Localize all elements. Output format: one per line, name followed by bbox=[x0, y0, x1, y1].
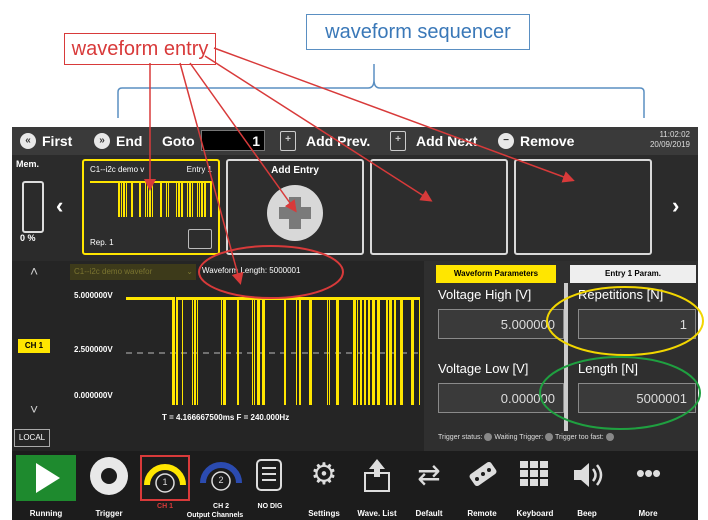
digital-icon[interactable] bbox=[256, 459, 282, 491]
waveform-period-frequency: T = 4.166667500ms F = 240.000Hz bbox=[162, 413, 290, 422]
add-next-icon: + bbox=[390, 131, 406, 151]
trigger-status-label: Trigger status: bbox=[438, 433, 483, 441]
add-prev-label: Add Prev. bbox=[306, 133, 371, 149]
clock-time: 11:02:02 bbox=[659, 130, 690, 139]
entry-1-waveform-thumbnail bbox=[90, 181, 212, 217]
tab-entry-parameters[interactable]: Entry 1 Param. bbox=[570, 265, 696, 283]
panel-divider bbox=[564, 283, 568, 431]
trigger-label: Trigger bbox=[95, 509, 123, 518]
repetitions-label: Repetitions [N] bbox=[578, 287, 664, 302]
bottom-toolbar: Running Trigger 1 CH 1 2 CH 2 NO DIG Out… bbox=[12, 451, 698, 520]
remote-control-icon[interactable] bbox=[462, 457, 502, 493]
wave-list-upload-icon[interactable] bbox=[362, 457, 392, 493]
repetitions-field[interactable]: 1 bbox=[578, 309, 696, 339]
voltage-low-field[interactable]: 0.000000 bbox=[438, 383, 564, 413]
more-label: More bbox=[638, 509, 658, 518]
add-entry-plus-icon bbox=[267, 185, 323, 241]
keyboard-label: Keyboard bbox=[516, 509, 554, 518]
trigger-too-fast-label: Trigger too fast: bbox=[554, 433, 604, 441]
parameters-panel: Waveform Parameters Entry 1 Param. Volta… bbox=[424, 261, 698, 451]
clock-date: 20/09/2019 bbox=[649, 140, 690, 149]
waveform-display: ˄ C1--i2c demo wavefor ⌄ Waveform Length… bbox=[12, 261, 424, 451]
running-label: Running bbox=[29, 509, 63, 518]
ch1-label: CH 1 bbox=[157, 503, 173, 510]
top-toolbar: « First » End Goto 1 + Add Prev. + Add N… bbox=[12, 127, 698, 155]
app-window: « First » End Goto 1 + Add Prev. + Add N… bbox=[12, 127, 698, 520]
scroll-left-icon[interactable]: ‹ bbox=[56, 193, 63, 219]
remove-button[interactable]: − Remove bbox=[498, 127, 574, 155]
minus-icon: − bbox=[498, 133, 514, 149]
add-prev-button[interactable]: + Add Prev. bbox=[280, 127, 370, 155]
add-entry-slot[interactable]: Add Entry bbox=[226, 159, 364, 255]
waveform-sequencer-annotation: waveform sequencer bbox=[306, 14, 530, 50]
ch1-number: 1 bbox=[162, 477, 168, 487]
add-next-button[interactable]: + Add Next bbox=[390, 127, 477, 155]
goto-input[interactable]: 1 bbox=[201, 130, 265, 151]
empty-entry-slot-4[interactable] bbox=[514, 159, 652, 255]
length-field[interactable]: 5000001 bbox=[578, 383, 696, 413]
rewind-icon: « bbox=[20, 133, 36, 149]
memory-gauge bbox=[22, 181, 44, 233]
remove-label: Remove bbox=[520, 133, 575, 149]
trigger-too-fast-led bbox=[605, 433, 614, 441]
trigger-button[interactable] bbox=[90, 457, 128, 495]
add-prev-icon: + bbox=[280, 131, 296, 151]
wave-list-label: Wave. List bbox=[357, 509, 397, 518]
voltage-high-field[interactable]: 5.000000 bbox=[438, 309, 564, 339]
memory-percent: 0 % bbox=[20, 233, 36, 243]
first-label: First bbox=[42, 133, 73, 149]
keyboard-grid-icon[interactable] bbox=[520, 461, 548, 487]
run-button[interactable] bbox=[16, 455, 76, 501]
goto-label: Goto bbox=[162, 133, 195, 149]
more-dots-icon[interactable]: ••• bbox=[628, 459, 668, 491]
empty-entry-slot-3[interactable] bbox=[370, 159, 508, 255]
beep-label: Beep bbox=[577, 509, 597, 518]
play-icon bbox=[36, 463, 60, 493]
clock: 11:02:02 20/09/2019 bbox=[650, 130, 690, 150]
trigger-status-led bbox=[484, 433, 493, 441]
ch2-label: CH 2 bbox=[213, 503, 229, 510]
waiting-trigger-led bbox=[545, 433, 554, 441]
fast-forward-icon: » bbox=[94, 133, 110, 149]
sequencer-bracket bbox=[117, 79, 645, 118]
default-sync-icon[interactable]: ⇄ bbox=[412, 459, 446, 491]
waveform-entry-annotation: waveform entry bbox=[64, 33, 216, 65]
waiting-trigger-label: Waiting Trigger: bbox=[494, 433, 544, 441]
add-entry-label: Add Entry bbox=[271, 165, 319, 176]
default-label: Default bbox=[415, 509, 443, 518]
entry-1-name: C1--i2c demo v bbox=[90, 165, 145, 174]
output-channels-label: Output Channels bbox=[186, 512, 244, 519]
no-dig-label: NO DIG bbox=[257, 503, 283, 510]
voltage-low-label: Voltage Low [V] bbox=[438, 361, 529, 376]
beep-speaker-icon[interactable] bbox=[570, 459, 606, 491]
ch1-button[interactable]: 1 bbox=[140, 455, 190, 501]
entry-1-number: Entry 1 bbox=[186, 165, 212, 174]
sequencer-entry-1[interactable]: C1--i2c demo v Entry 1 Rep. 1 bbox=[82, 159, 220, 255]
trigger-icon bbox=[101, 468, 117, 484]
first-button[interactable]: « First bbox=[20, 127, 72, 155]
ch2-number: 2 bbox=[218, 475, 224, 485]
end-button[interactable]: » End bbox=[94, 127, 142, 155]
trigger-status-row: Trigger status: Waiting Trigger: Trigger… bbox=[438, 433, 614, 441]
remote-label: Remote bbox=[467, 509, 497, 518]
scroll-right-icon[interactable]: › bbox=[672, 193, 679, 219]
end-label: End bbox=[116, 133, 143, 149]
settings-label: Settings bbox=[308, 509, 340, 518]
entry-1-edit-box[interactable] bbox=[188, 229, 212, 249]
settings-gear-icon[interactable]: ⚙ bbox=[308, 459, 340, 491]
voltage-high-label: Voltage High [V] bbox=[438, 287, 532, 302]
waveform-plot bbox=[126, 297, 422, 405]
add-next-label: Add Next bbox=[416, 133, 478, 149]
sequencer-entry-row: Mem. 0 % ‹ C1--i2c demo v Entry 1 Rep. 1… bbox=[12, 157, 698, 259]
ch2-button[interactable]: 2 bbox=[196, 455, 246, 501]
memory-label: Mem. bbox=[16, 159, 40, 169]
tab-waveform-parameters[interactable]: Waveform Parameters bbox=[436, 265, 556, 283]
length-label: Length [N] bbox=[578, 361, 638, 376]
entry-1-repetitions: Rep. 1 bbox=[90, 238, 114, 247]
